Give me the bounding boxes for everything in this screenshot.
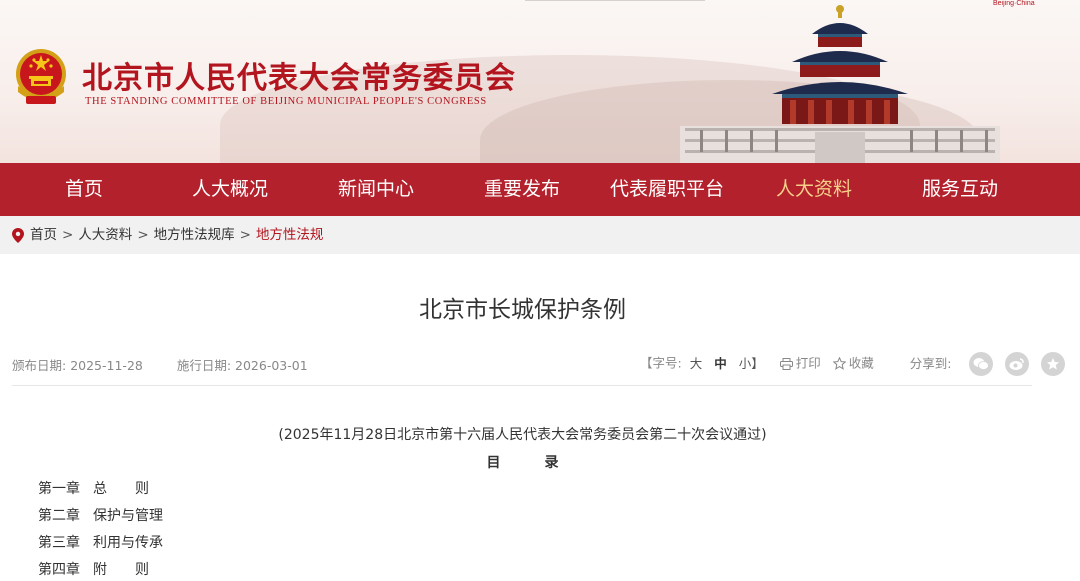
toc-item[interactable]: 第一章总 则	[38, 479, 163, 506]
article-title: 北京市长城保护条例	[419, 297, 626, 323]
nav-item-overview[interactable]: 人大概况	[165, 163, 295, 216]
star-share-button[interactable]	[1041, 351, 1066, 376]
favorite-label: 收藏	[848, 355, 874, 371]
site-header: 北京市人民代表大会常务委员会 THE STANDING COMMITTEE OF…	[0, 0, 1080, 163]
weibo-share-button[interactable]	[1005, 351, 1030, 376]
breadcrumb-materials[interactable]: 人大资料	[78, 227, 132, 243]
toc-chapter-name: 总 则	[93, 481, 149, 497]
breadcrumb-law-library[interactable]: 地方性法规库	[154, 227, 235, 243]
toc-item[interactable]: 第二章 保护与管理	[38, 506, 163, 533]
table-of-contents: 第一章总 则 第二章 保护与管理 第三章 利用与传承 第四章附 则	[38, 479, 163, 581]
nav-item-news[interactable]: 新闻中心	[311, 163, 441, 216]
toc-chapter-name: 保护与管理	[93, 508, 163, 524]
font-small-button[interactable]: 小】	[739, 356, 764, 371]
breadcrumb-separator: >	[137, 227, 149, 243]
effective-date-label: 施行日期:	[176, 358, 232, 373]
site-subtitle: THE STANDING COMMITTEE OF BEIJING MUNICI…	[85, 96, 487, 107]
breadcrumb-separator: >	[62, 227, 74, 243]
toc-chapter-name: 利用与传承	[93, 535, 163, 551]
publish-date: 2025-11-28	[70, 358, 143, 373]
toc-chapter: 第二章	[38, 508, 80, 524]
nav-item-deputies[interactable]: 代表履职平台	[603, 163, 731, 216]
toc-chapter: 第四章	[38, 562, 80, 578]
main-nav: 首页 人大概况 新闻中心 重要发布 代表履职平台 人大资料 服务互动	[0, 163, 1080, 216]
location-pin-icon	[12, 227, 24, 243]
font-medium-button[interactable]: 中	[714, 356, 727, 371]
nav-item-materials[interactable]: 人大资料	[749, 163, 879, 216]
toc-chapter-name: 附 则	[93, 562, 149, 578]
temple-of-heaven-image	[680, 5, 1000, 163]
print-label: 打印	[795, 355, 821, 371]
article-meta: 颁布日期: 2025-11-28 施行日期: 2026-03-01	[12, 355, 308, 374]
breadcrumb-separator: >	[239, 227, 251, 243]
weibo-icon	[1009, 358, 1025, 370]
meta-divider	[12, 385, 1032, 386]
printer-icon	[779, 357, 793, 370]
font-size-label: 【字号:	[640, 355, 682, 371]
star-icon	[1047, 358, 1060, 370]
breadcrumb-home[interactable]: 首页	[30, 227, 57, 243]
wechat-icon	[973, 358, 990, 370]
adoption-note: (2025年11月28日北京市第十六届人民代表大会常务委员会第二十次会议通过)	[278, 427, 767, 443]
site-title: 北京市人民代表大会常务委员会	[82, 61, 516, 96]
toc-item[interactable]: 第四章附 则	[38, 560, 163, 581]
toc-chapter: 第一章	[38, 481, 80, 497]
effective-date: 2026-03-01	[235, 358, 308, 373]
font-large-button[interactable]: 大	[690, 356, 703, 371]
favorite-button[interactable]: 收藏	[832, 355, 878, 371]
share-label: 分享到:	[909, 355, 952, 371]
star-icon	[832, 356, 847, 371]
toc-chapter: 第三章	[38, 535, 80, 551]
publish-date-label: 颁布日期:	[12, 358, 67, 373]
toc-item[interactable]: 第三章 利用与传承	[38, 533, 163, 560]
nav-item-releases[interactable]: 重要发布	[457, 163, 587, 216]
toc-heading: 目录	[486, 455, 603, 471]
nav-item-home[interactable]: 首页	[19, 163, 149, 216]
breadcrumb: 首页 > 人大资料 > 地方性法规库 > 地方性法规	[12, 216, 323, 254]
national-emblem-icon[interactable]	[12, 46, 70, 108]
breadcrumb-current[interactable]: 地方性法规	[256, 227, 324, 243]
print-button[interactable]: 打印	[779, 355, 825, 371]
header-top-line	[525, 0, 705, 1]
wechat-share-button[interactable]	[969, 351, 994, 376]
nav-item-services[interactable]: 服务互动	[895, 163, 1025, 216]
article-tools: 【字号: 大 中 小】 打印 收藏 分享到:	[640, 351, 1066, 376]
breadcrumb-bar: 首页 > 人大资料 > 地方性法规库 > 地方性法规	[0, 216, 1080, 254]
